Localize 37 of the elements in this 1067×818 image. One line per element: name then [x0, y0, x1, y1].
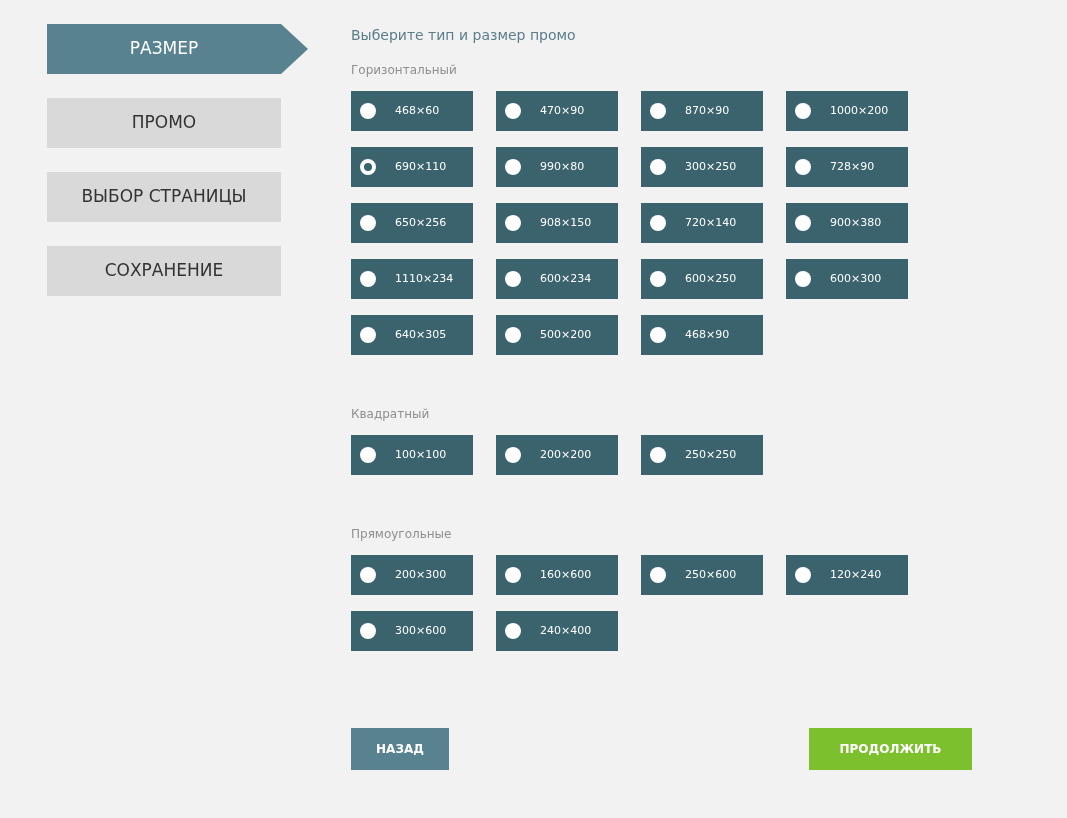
back-button[interactable]: НАЗАД [351, 728, 449, 770]
size-option[interactable]: 640×305 [351, 315, 473, 355]
size-option[interactable]: 1110×234 [351, 259, 473, 299]
size-option[interactable]: 300×600 [351, 611, 473, 651]
size-option[interactable]: 200×300 [351, 555, 473, 595]
size-option[interactable]: 690×110 [351, 147, 473, 187]
size-option[interactable]: 200×200 [496, 435, 618, 475]
size-option[interactable]: 600×234 [496, 259, 618, 299]
step-tab[interactable]: РАЗМЕР [47, 24, 308, 74]
group-title: Квадратный [351, 406, 431, 423]
size-option[interactable]: 720×140 [641, 203, 763, 243]
size-option[interactable]: 120×240 [786, 555, 908, 595]
size-option[interactable]: 250×250 [641, 435, 763, 475]
size-option[interactable]: 468×60 [351, 91, 473, 131]
step-tab[interactable]: СОХРАНЕНИЕ [47, 246, 281, 296]
step-tab[interactable]: ПРОМО [47, 98, 281, 148]
size-option[interactable]: 600×250 [641, 259, 763, 299]
size-option[interactable]: 100×100 [351, 435, 473, 475]
group-title: Прямоугольные [351, 526, 453, 543]
size-option[interactable]: 470×90 [496, 91, 618, 131]
size-option[interactable]: 160×600 [496, 555, 618, 595]
page-heading: Выберите тип и размер промо [351, 26, 577, 45]
size-option[interactable]: 728×90 [786, 147, 908, 187]
size-option[interactable]: 900×380 [786, 203, 908, 243]
size-option[interactable]: 990×80 [496, 147, 618, 187]
size-option[interactable]: 468×90 [641, 315, 763, 355]
size-option[interactable]: 1000×200 [786, 91, 908, 131]
size-option[interactable]: 300×250 [641, 147, 763, 187]
size-option[interactable]: 600×300 [786, 259, 908, 299]
size-option[interactable]: 650×256 [351, 203, 473, 243]
group-title: Горизонтальный [351, 62, 458, 79]
size-option[interactable]: 240×400 [496, 611, 618, 651]
size-option[interactable]: 908×150 [496, 203, 618, 243]
size-option[interactable]: 250×600 [641, 555, 763, 595]
size-option[interactable]: 500×200 [496, 315, 618, 355]
size-option[interactable]: 870×90 [641, 91, 763, 131]
step-tab[interactable]: ВЫБОР СТРАНИЦЫ [47, 172, 281, 222]
